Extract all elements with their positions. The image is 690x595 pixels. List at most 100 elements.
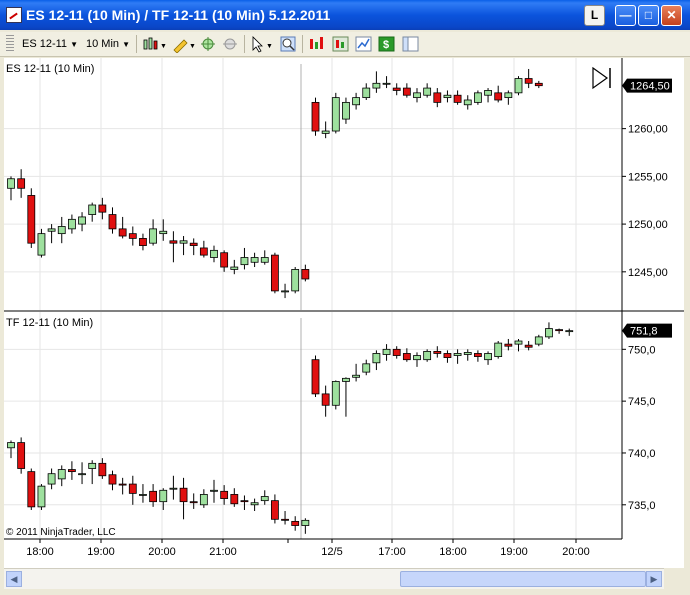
down-candle (433, 350, 442, 354)
close-button[interactable]: ✕ (661, 5, 682, 26)
down-candle (392, 348, 401, 356)
minimize-button[interactable]: — (615, 5, 636, 26)
chevron-down-icon: ▼ (70, 40, 79, 49)
chart-area[interactable]: 1245,00 1250,00 1255,00 1260,00 ES 12-11 (10… (4, 58, 684, 568)
down-candle (220, 490, 229, 499)
up-candle (57, 226, 66, 235)
up-candle (260, 257, 269, 263)
up-candle (494, 342, 503, 357)
up-candle (382, 348, 391, 355)
chart-app-icon (6, 7, 22, 23)
interval-selector[interactable]: 10 Min ▼ (86, 35, 130, 53)
down-candle (504, 343, 513, 347)
panel-title: ES 12-11 (10 Min) (6, 63, 94, 75)
up-candle (484, 90, 492, 96)
up-candle (352, 97, 361, 106)
instrument-label: ES 12-11 (22, 38, 68, 50)
properties-icon[interactable] (222, 35, 238, 53)
up-candle (443, 94, 452, 99)
down-candle (281, 518, 289, 521)
down-candle (108, 474, 117, 485)
svg-text:▼: ▼ (266, 43, 273, 50)
indicators-icon[interactable] (308, 35, 324, 53)
scroll-left-arrow-icon[interactable]: ◀ (6, 571, 22, 587)
down-candle (270, 254, 279, 292)
chart-style-icon[interactable]: ▼ (142, 35, 167, 53)
down-candle (321, 393, 330, 406)
up-candle (37, 233, 46, 256)
dollar-icon[interactable]: $ (378, 35, 395, 53)
down-candle (17, 442, 26, 469)
down-candle (270, 500, 279, 520)
svg-text:▼: ▼ (189, 43, 196, 50)
maximize-button[interactable]: □ (638, 5, 659, 26)
y-tick-label: 1250,00 (628, 219, 668, 231)
scroll-right-arrow-icon[interactable]: ▶ (646, 571, 662, 587)
up-candle (372, 82, 381, 89)
up-candle (301, 519, 310, 526)
data-series-icon[interactable] (355, 35, 372, 53)
down-candle (179, 487, 188, 503)
up-candle (342, 377, 350, 382)
title-bar[interactable]: ES 12-11 (10 Min) / TF 12-11 (10 Min) 5.… (0, 0, 690, 30)
zoom-icon[interactable] (280, 35, 296, 53)
up-candle (372, 353, 381, 364)
up-candle (47, 473, 56, 485)
down-candle (139, 238, 147, 246)
down-candle (443, 353, 452, 359)
down-candle (98, 462, 107, 477)
down-candle (453, 94, 462, 103)
x-tick-label: 19:00 (500, 546, 528, 558)
up-candle (260, 496, 269, 502)
up-candle (331, 381, 340, 406)
cursor-icon[interactable]: ▼ (250, 35, 273, 53)
chart-trader-icon[interactable] (402, 35, 419, 53)
horizontal-scrollbar[interactable]: ◀ ▶ (4, 568, 664, 589)
down-candle (169, 240, 178, 244)
up-candle (342, 101, 350, 120)
last-price-label: 751,8 (630, 326, 658, 338)
down-candle (473, 353, 482, 357)
up-candle (484, 353, 492, 361)
chart-canvas[interactable]: 1245,00 1250,00 1255,00 1260,00 ES 12-11 (10… (4, 58, 684, 568)
crosshair-icon[interactable] (200, 35, 216, 53)
up-candle (68, 218, 76, 230)
chart-window: ES 12-11 (10 Min) / TF 12-11 (10 Min) 5.… (0, 0, 690, 595)
scrollbar-thumb[interactable] (400, 571, 646, 587)
toolbar-separator (302, 35, 303, 53)
up-candle (463, 352, 472, 355)
down-candle (149, 490, 158, 503)
down-candle (524, 78, 533, 84)
down-candle (524, 344, 533, 348)
up-candle (291, 269, 300, 292)
x-tick-label: 18:00 (439, 546, 467, 558)
last-price-label: 1264,50 (630, 81, 670, 93)
up-candle (514, 340, 523, 345)
down-candle (291, 520, 300, 526)
down-candle (199, 247, 208, 256)
instrument-selector[interactable]: ES 12-11 ▼ (22, 35, 78, 53)
down-candle (128, 233, 137, 239)
up-candle (321, 130, 330, 134)
up-candle (514, 78, 523, 94)
down-candle (189, 501, 198, 504)
y-tick-label: 1260,00 (628, 124, 668, 136)
up-candle (210, 249, 218, 258)
pencil-icon[interactable]: ▼ (172, 35, 196, 54)
up-candle (149, 228, 158, 244)
up-candle (7, 178, 15, 189)
up-candle (463, 99, 472, 106)
up-candle (362, 87, 371, 99)
x-tick-label: 17:00 (378, 546, 406, 558)
down-candle (68, 469, 76, 473)
down-candle (27, 195, 36, 244)
up-candle (240, 257, 249, 266)
up-candle (423, 350, 432, 361)
up-candle (199, 494, 208, 506)
strategies-icon[interactable] (332, 35, 349, 53)
up-candle (230, 266, 239, 270)
link-button[interactable]: L (584, 5, 605, 26)
down-candle (220, 252, 229, 268)
up-candle (250, 502, 259, 506)
down-candle (311, 101, 320, 132)
